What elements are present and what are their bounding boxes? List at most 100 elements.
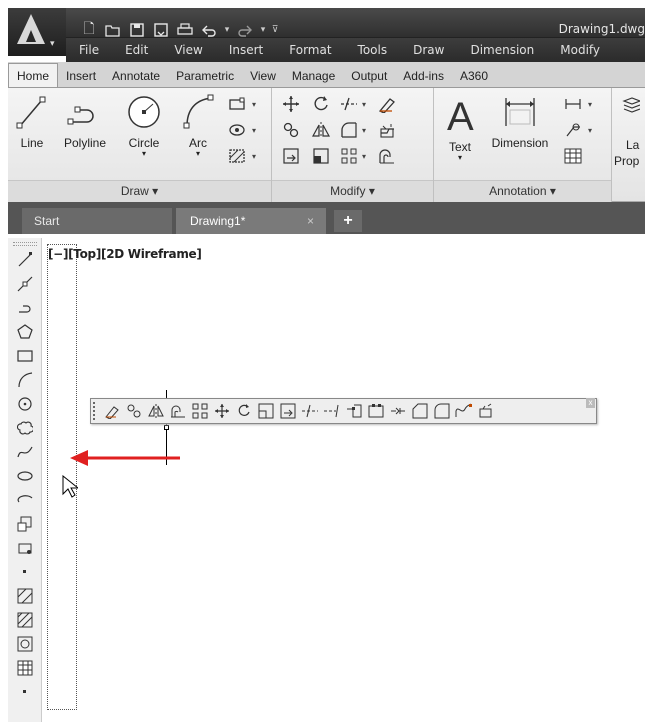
trim-icon[interactable]	[338, 94, 360, 114]
dimension-button[interactable]: Dimension	[488, 94, 552, 150]
arc-icon[interactable]	[14, 370, 36, 390]
menu-tools[interactable]: Tools	[345, 43, 401, 57]
arc-dropdown-icon[interactable]: ▾	[178, 150, 218, 158]
table-icon[interactable]	[14, 658, 36, 678]
menu-draw[interactable]: Draw	[400, 43, 457, 57]
redo-icon[interactable]	[234, 20, 256, 40]
line-button[interactable]: Line	[14, 94, 50, 150]
tab-annotate[interactable]: Annotate	[104, 65, 168, 87]
blend-curves-icon[interactable]	[453, 401, 474, 421]
modify-panel-title[interactable]: Modify ▾	[272, 180, 433, 202]
point-icon[interactable]	[14, 562, 36, 582]
region-icon[interactable]	[14, 634, 36, 654]
hatch-dropdown-icon[interactable]: ▾	[252, 152, 256, 161]
stretch-icon[interactable]	[280, 146, 302, 166]
fillet-icon[interactable]	[338, 120, 360, 140]
mirror-icon[interactable]	[310, 120, 332, 140]
join-icon[interactable]	[387, 401, 408, 421]
insert-block-icon[interactable]	[14, 514, 36, 534]
table-icon[interactable]	[562, 146, 584, 166]
ellipse-arc-icon[interactable]	[14, 490, 36, 510]
leader-icon[interactable]	[562, 120, 584, 140]
menu-format[interactable]: Format	[276, 43, 344, 57]
undo-dropdown-icon[interactable]: ▾	[222, 20, 232, 40]
polygon-icon[interactable]	[14, 322, 36, 342]
drawing-canvas[interactable]	[8, 234, 645, 722]
tab-start[interactable]: Start	[22, 208, 172, 234]
polyline-button[interactable]: Polyline	[58, 94, 112, 150]
close-icon[interactable]: x	[586, 398, 595, 408]
layer-properties-icon[interactable]	[620, 94, 642, 114]
rectangle-icon[interactable]	[226, 94, 248, 114]
tab-add-ins[interactable]: Add-ins	[395, 65, 452, 87]
revision-cloud-icon[interactable]	[14, 418, 36, 438]
menu-modify[interactable]: Modify	[547, 43, 613, 57]
viewport-controls-label[interactable]: [−][Top][2D Wireframe]	[48, 247, 202, 261]
rectangle-icon[interactable]	[14, 346, 36, 366]
erase-icon[interactable]	[376, 94, 398, 114]
array-icon[interactable]	[338, 146, 360, 166]
application-menu-button[interactable]: ▾	[8, 8, 66, 56]
polyline-icon[interactable]	[14, 298, 36, 318]
save-as-icon[interactable]	[150, 20, 172, 40]
erase-icon[interactable]	[101, 401, 122, 421]
extend-icon[interactable]	[321, 401, 342, 421]
line-icon[interactable]	[14, 250, 36, 270]
open-icon[interactable]	[102, 20, 124, 40]
new-tab-button[interactable]: +	[334, 210, 362, 232]
hatch-boundary-dropdown-icon[interactable]: ▾	[252, 126, 256, 135]
toolbar-grip[interactable]	[93, 402, 98, 420]
rectangle-dropdown-icon[interactable]: ▾	[252, 100, 256, 109]
toolbar-grip[interactable]	[13, 242, 37, 246]
plot-icon[interactable]	[174, 20, 196, 40]
break-icon[interactable]	[365, 401, 386, 421]
linear-dimension-dropdown-icon[interactable]: ▾	[588, 100, 592, 109]
trim-dropdown-icon[interactable]: ▾	[362, 100, 366, 109]
customize-qat-icon[interactable]: ⊽	[270, 20, 280, 40]
leader-dropdown-icon[interactable]: ▾	[588, 126, 592, 135]
gradient-icon[interactable]	[14, 610, 36, 630]
menu-dimension[interactable]: Dimension	[457, 43, 547, 57]
mirror-icon[interactable]	[145, 401, 166, 421]
undo-icon[interactable]	[198, 20, 220, 40]
modify-toolbar-floating[interactable]: x	[90, 398, 597, 424]
ellipse-icon[interactable]	[14, 466, 36, 486]
save-icon[interactable]	[126, 20, 148, 40]
fillet-icon[interactable]	[431, 401, 452, 421]
offset-icon[interactable]	[376, 146, 398, 166]
linear-dimension-icon[interactable]	[562, 94, 584, 114]
array-icon[interactable]	[189, 401, 210, 421]
fillet-dropdown-icon[interactable]: ▾	[362, 126, 366, 135]
tab-a360[interactable]: A360	[452, 65, 496, 87]
close-icon[interactable]: ×	[307, 208, 314, 234]
break-at-point-icon[interactable]	[343, 401, 364, 421]
menu-edit[interactable]: Edit	[112, 43, 161, 57]
spline-icon[interactable]	[14, 442, 36, 462]
menu-view[interactable]: View	[161, 43, 215, 57]
circle-dropdown-icon[interactable]: ▾	[122, 150, 166, 158]
rotate-icon[interactable]	[233, 401, 254, 421]
move-icon[interactable]	[280, 94, 302, 114]
construction-line-icon[interactable]	[14, 274, 36, 294]
explode-icon[interactable]	[475, 401, 496, 421]
tab-view[interactable]: View	[242, 65, 284, 87]
stretch-icon[interactable]	[277, 401, 298, 421]
hatch-boundary-icon[interactable]	[226, 120, 248, 140]
offset-icon[interactable]	[167, 401, 188, 421]
circle-icon[interactable]	[14, 394, 36, 414]
text-dropdown-icon[interactable]: ▾	[440, 154, 480, 162]
redo-dropdown-icon[interactable]: ▾	[258, 20, 268, 40]
arc-button[interactable]: Arc ▾	[178, 94, 218, 158]
scale-icon[interactable]	[310, 146, 332, 166]
tab-drawing1[interactable]: Drawing1* ×	[176, 208, 326, 234]
tab-insert[interactable]: Insert	[58, 65, 104, 87]
copy-icon[interactable]	[280, 120, 302, 140]
hatch-icon[interactable]	[226, 146, 248, 166]
tab-output[interactable]: Output	[343, 65, 395, 87]
hatch-icon[interactable]	[14, 586, 36, 606]
text-button[interactable]: A Text ▾	[440, 94, 480, 162]
explode-icon[interactable]	[376, 120, 398, 140]
chamfer-icon[interactable]	[409, 401, 430, 421]
move-icon[interactable]	[211, 401, 232, 421]
trim-icon[interactable]	[299, 401, 320, 421]
